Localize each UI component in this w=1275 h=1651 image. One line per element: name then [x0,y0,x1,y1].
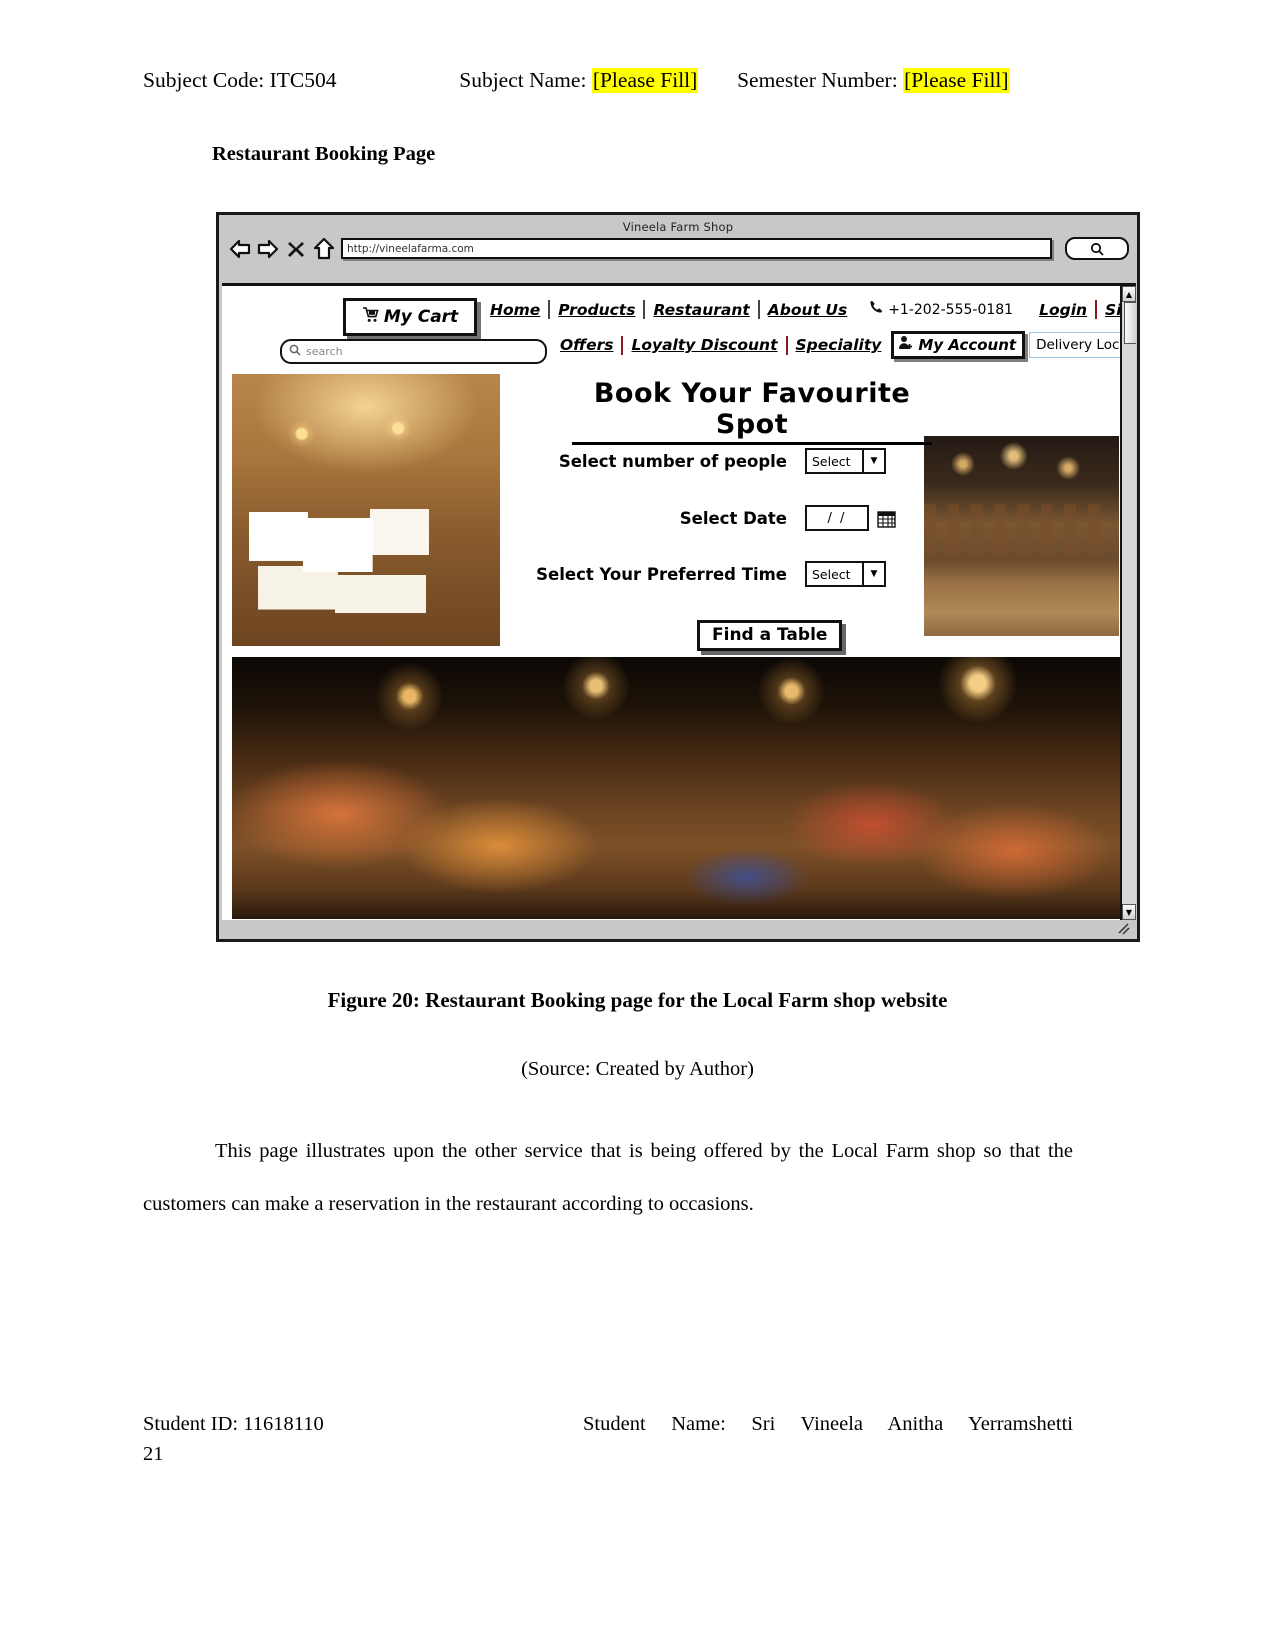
figure-source: (Source: Created by Author) [521,1058,754,1080]
secondary-nav-row: Offers Loyalty Discount Speciality My Ac… [552,331,1120,359]
contact-phone: +1-202-555-0181 [869,300,1013,319]
people-select-value: Select [812,453,851,469]
vertical-scrollbar[interactable]: ▲ ▼ [1120,286,1136,920]
forward-arrow-icon[interactable] [257,238,279,260]
url-input[interactable]: http://vineelafarma.com [341,238,1052,259]
page-footer: Student ID: 11618110 Student Name: Sri V… [143,1413,1073,1436]
home-icon[interactable] [313,237,335,260]
phone-number: +1-202-555-0181 [888,301,1014,318]
login-link[interactable]: Login [1031,301,1095,319]
browser-window-mockup: Vineela Farm Shop http://vineelafarma.co… [216,212,1140,942]
signup-link[interactable]: Signup [1097,301,1120,319]
search-icon [289,344,301,359]
people-select[interactable]: Select ▼ [805,448,886,474]
user-add-icon [898,335,914,354]
time-label: Select Your Preferred Time [536,564,787,584]
time-select[interactable]: Select ▼ [805,561,886,587]
calendar-icon[interactable] [877,509,896,528]
site-navigation: My Cart search Home Products Restaurant … [222,286,1120,368]
booking-heading: Book Your Favourite Spot [572,378,932,445]
browser-toolbar: http://vineelafarma.com [219,234,1137,266]
close-x-icon[interactable] [285,238,307,260]
people-field-row: Select number of people Select ▼ [522,448,886,474]
subject-code-label: Subject Code: [143,68,265,92]
time-field-row: Select Your Preferred Time Select ▼ [522,561,886,587]
cart-icon [362,306,379,328]
date-field-row: Select Date / / [522,505,896,531]
time-select-value: Select [812,566,851,582]
student-id: Student ID: 11618110 [143,1413,324,1435]
booking-section: Book Your Favourite Spot Select number o… [222,368,1120,653]
primary-nav-row: Home Products Restaurant About Us +1-202… [482,300,1120,319]
scroll-up-arrow-icon[interactable]: ▲ [1122,286,1136,302]
scroll-down-arrow-icon[interactable]: ▼ [1122,904,1136,920]
nav-item-offers[interactable]: Offers [552,336,621,354]
nav-item-home[interactable]: Home [482,301,548,319]
subject-name-value: [Please Fill] [591,68,699,93]
people-label: Select number of people [558,451,787,471]
page-number: 21 [143,1443,164,1465]
caret-down-icon[interactable]: ▼ [862,563,884,585]
nav-item-speciality[interactable]: Speciality [788,336,890,354]
browser-search-button[interactable] [1065,237,1129,260]
resize-grip-icon[interactable] [1116,920,1130,939]
subject-name-label: Subject Name: [459,68,587,92]
rooftop-restaurant-photo [232,657,1120,919]
find-a-table-button[interactable]: Find a Table [697,620,843,651]
my-account-label: My Account [918,335,1017,354]
delivery-location-select[interactable]: Delivery Location ▼ [1029,332,1120,358]
nav-item-about-us[interactable]: About Us [760,301,855,319]
dining-room-photo [232,374,500,646]
browser-status-bar [222,920,1136,939]
phone-icon [869,300,883,319]
date-label: Select Date [679,508,787,528]
student-name: Student Name: Sri Vineela Anitha Yerrams… [583,1413,1073,1435]
nav-item-loyalty-discount[interactable]: Loyalty Discount [623,336,785,354]
bar-interior-photo [924,436,1119,636]
search-input[interactable]: search [280,339,547,364]
website-content: My Cart search Home Products Restaurant … [222,286,1120,920]
search-placeholder: search [306,345,343,358]
delivery-location-label: Delivery Location [1036,337,1120,353]
rooftop-restaurant-image [232,657,1120,919]
caret-down-icon[interactable]: ▼ [862,450,884,472]
nav-item-restaurant[interactable]: Restaurant [645,301,757,319]
browser-window-title: Vineela Farm Shop [622,220,734,234]
my-cart-label: My Cart [383,307,459,327]
semester-label: Semester Number: [737,68,898,92]
my-cart-button[interactable]: My Cart [343,298,477,336]
figure-caption: Figure 20: Restaurant Booking page for t… [327,988,948,1012]
my-account-button[interactable]: My Account [891,331,1026,359]
semester-value: [Please Fill] [903,68,1010,93]
scrollbar-thumb[interactable] [1124,302,1136,344]
section-heading: Restaurant Booking Page [212,143,436,165]
document-header: Subject Code: ITC504 Subject Name: [Plea… [143,68,1073,93]
nav-item-products[interactable]: Products [550,301,643,319]
back-arrow-icon[interactable] [229,238,251,260]
bar-interior-image [924,436,1119,636]
date-input[interactable]: / / [805,505,869,531]
dining-room-image [232,374,500,646]
body-paragraph: This page illustrates upon the other ser… [143,1140,1073,1215]
subject-code-value: ITC504 [269,68,337,92]
browser-viewport: My Cart search Home Products Restaurant … [222,283,1136,923]
